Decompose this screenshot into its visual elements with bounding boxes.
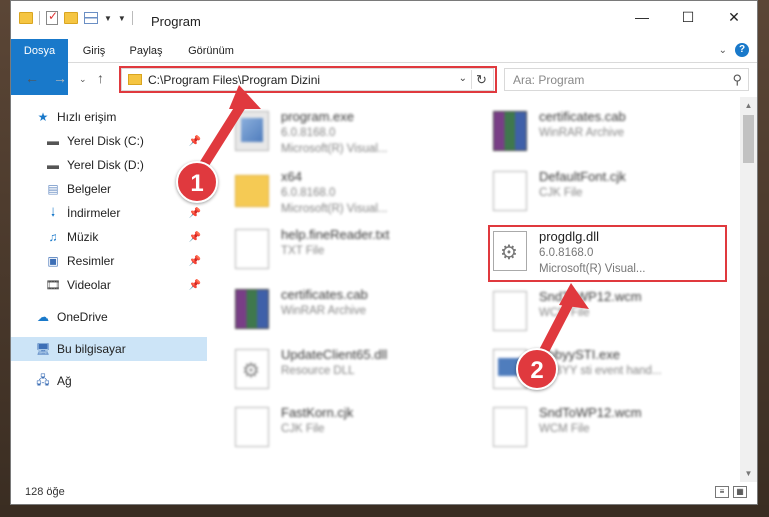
desktop-background-right xyxy=(758,0,769,517)
arrow-1-shaft xyxy=(198,96,249,171)
item-count: 128 öğe xyxy=(25,486,65,498)
annotation-arrows xyxy=(198,85,589,356)
arrow-1-head xyxy=(229,85,261,109)
desktop-background-bottom xyxy=(0,505,769,517)
desktop-background-left xyxy=(0,0,10,517)
explorer-window: ▼ ▼ Program — ☐ ✕ Dosya Giriş Paylaş Gör… xyxy=(10,0,758,505)
tiles-view-icon[interactable]: ▦ xyxy=(733,486,747,498)
arrow-2-shaft xyxy=(539,294,576,356)
arrow-2-head xyxy=(559,283,589,309)
annotation-badge-2: 2 xyxy=(516,348,558,390)
view-buttons: ≡ ▦ xyxy=(715,486,747,498)
annotation-badge-1: 1 xyxy=(176,161,218,203)
details-view-icon[interactable]: ≡ xyxy=(715,486,729,498)
status-bar: 128 öğe ≡ ▦ xyxy=(11,482,757,504)
